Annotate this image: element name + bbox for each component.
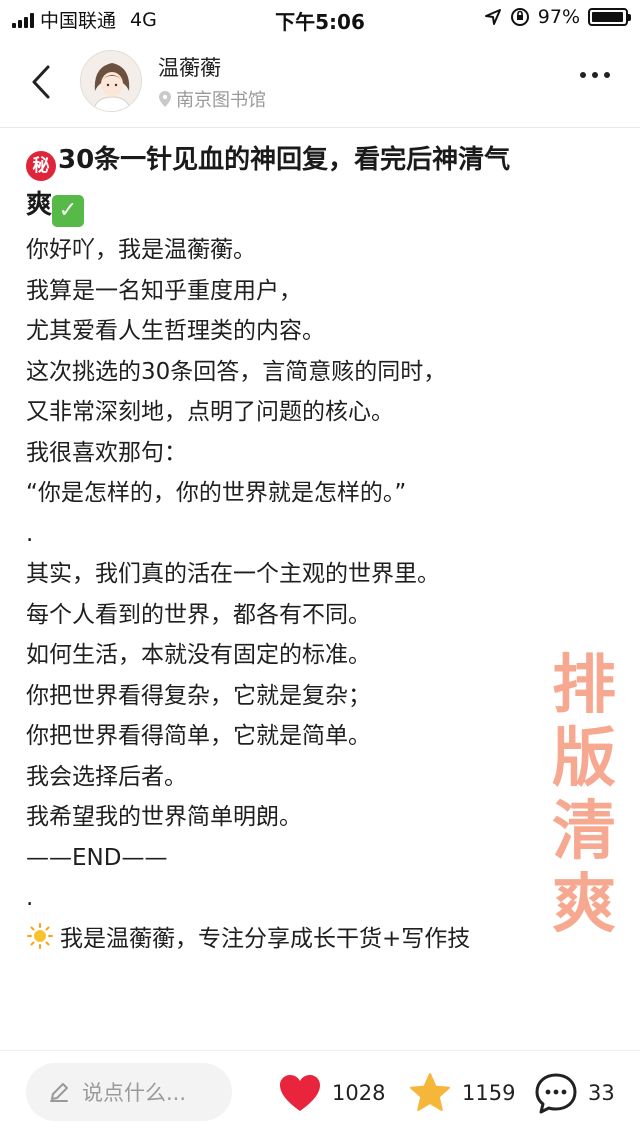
post-content: 秘 30条一针见血的神回复，看完后神清气 爽 ✓ 你好吖，我是温蘅蘅。 我算是一名知… <box>26 138 626 959</box>
body-line: 你把世界看得简单，它就是简单。 <box>26 723 371 749</box>
location-label: 南京图书馆 <box>176 90 266 111</box>
body-line: . <box>26 885 34 911</box>
body-line: 每个人看到的世界，都各有不同。 <box>26 601 371 628</box>
watermark-char: 爽 <box>552 868 616 942</box>
bottom-action-bar: 说点什么... 1028 1159 33 <box>0 1050 640 1138</box>
body-line: 我算是一名知乎重度用户， <box>26 277 302 304</box>
post-header: 温蘅蘅 南京图书馆 <box>0 36 640 128</box>
more-button[interactable] <box>580 72 610 78</box>
more-dot <box>604 72 610 78</box>
post-title: 秘 30条一针见血的神回复，看完后神清气 爽 ✓ <box>26 138 626 228</box>
author-avatar[interactable] <box>80 50 142 112</box>
more-dot <box>592 72 598 78</box>
speech-bubble-icon <box>535 1073 577 1114</box>
pencil-icon <box>50 1083 68 1102</box>
status-right: 97% <box>484 6 631 28</box>
watermark-char: 版 <box>552 722 616 796</box>
watermark-char: 清 <box>552 795 616 869</box>
star-icon <box>410 1073 450 1111</box>
location-tag[interactable]: 南京图书馆 <box>158 86 266 112</box>
body-line: 如何生活，本就没有固定的标准。 <box>26 642 371 668</box>
status-bar: 中国联通 4G 下午5:06 97% <box>0 0 640 36</box>
collect-count: 1159 <box>462 1081 516 1105</box>
body-line: 你好吖，我是温蘅蘅。 <box>26 237 256 263</box>
comment-placeholder: 说点什么... <box>82 1081 187 1105</box>
comment-input[interactable]: 说点什么... <box>26 1063 232 1121</box>
like-count: 1028 <box>332 1081 386 1105</box>
battery-icon <box>588 8 631 26</box>
author-name[interactable]: 温蘅蘅 <box>158 52 221 82</box>
comment-count: 33 <box>588 1081 615 1105</box>
body-line: 这次挑选的30条回答，言简意赅的同时， <box>26 358 447 385</box>
body-line: 其实，我们真的活在一个主观的世界里。 <box>26 561 440 587</box>
check-mark-emoji-icon: ✓ <box>52 195 85 227</box>
body-line: “你是怎样的，你的世界就是怎样的。” <box>26 480 407 506</box>
body-line: 我很喜欢那句： <box>26 439 187 466</box>
heart-icon <box>280 1075 320 1111</box>
collect-button[interactable]: 1159 <box>408 1069 515 1117</box>
watermark-char: 排 <box>552 649 616 723</box>
avatar-illustration <box>81 51 141 111</box>
like-button[interactable]: 1028 <box>278 1069 385 1117</box>
body-line: 你把世界看得复杂，它就是复杂； <box>26 682 371 709</box>
more-dot <box>580 72 586 78</box>
post-title-line1: 30条一针见血的神回复，看完后神清气 <box>58 145 511 175</box>
sun-icon <box>27 922 53 949</box>
body-line-intro: 我是温蘅蘅，专注分享成长干货+写作技 <box>26 919 626 960</box>
body-line: 我希望我的世界简单明朗。 <box>26 804 302 830</box>
body-line: ——END—— <box>26 844 168 871</box>
body-line-text: 我是温蘅蘅，专注分享成长干货+写作技 <box>60 925 471 952</box>
post-title-line2: 爽 <box>26 190 53 220</box>
body-line: 又非常深刻地，点明了问题的核心。 <box>26 399 394 425</box>
body-line: 我会选择后者。 <box>26 763 187 790</box>
post-body: 你好吖，我是温蘅蘅。 我算是一名知乎重度用户， 尤其爱看人生哲理类的内容。 这次… <box>26 230 626 959</box>
chevron-left-icon <box>32 65 50 99</box>
battery-percent: 97% <box>537 6 580 28</box>
back-button[interactable] <box>24 60 58 104</box>
body-line: . <box>26 520 34 547</box>
orientation-lock-icon <box>510 8 529 26</box>
body-line: 尤其爱看人生哲理类的内容。 <box>26 318 325 344</box>
location-arrow-icon <box>484 9 501 25</box>
map-pin-icon <box>159 91 171 107</box>
secret-emoji-icon: 秘 <box>26 151 56 181</box>
comment-button[interactable]: 33 <box>534 1069 615 1117</box>
layout-watermark: 排 版 清 爽 <box>546 650 622 942</box>
